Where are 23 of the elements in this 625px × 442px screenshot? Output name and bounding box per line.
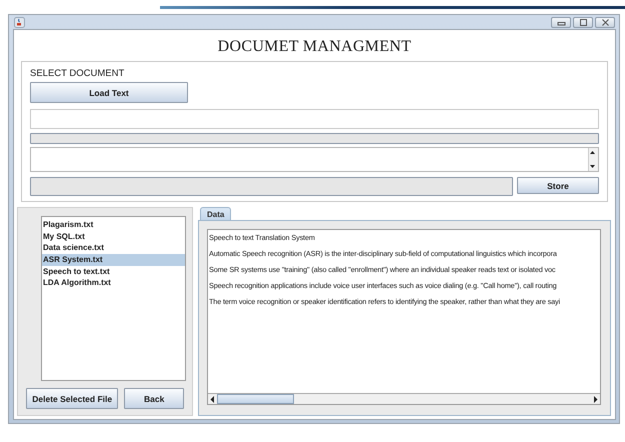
- close-button[interactable]: [595, 16, 615, 28]
- window-title: DOCUMET MANAGMENT: [216, 37, 412, 57]
- minimize-button[interactable]: [551, 16, 571, 28]
- tab[interactable]: Data: [200, 207, 232, 220]
- file-item[interactable]: ASR System.txt: [42, 254, 185, 266]
- scrollbar[interactable]: [208, 393, 600, 404]
- store-button[interactable]: Store: [517, 177, 599, 194]
- input-field[interactable]: [30, 109, 599, 129]
- scrollbar[interactable]: [588, 148, 598, 171]
- file-item[interactable]: Plagarism.txt: [42, 219, 185, 231]
- file-item[interactable]: Speech to text.txt: [42, 266, 185, 278]
- file-item[interactable]: My SQL.txt: [42, 230, 185, 242]
- maximize-icon: [578, 18, 588, 26]
- section-label: SELECT DOCUMENT: [30, 68, 126, 79]
- back-button[interactable]: Back: [124, 388, 184, 409]
- delete-button[interactable]: Delete Selected File: [26, 388, 118, 409]
- load-text-button[interactable]: Load Text: [30, 82, 188, 103]
- file-item[interactable]: LDA Algorithm.txt: [42, 277, 185, 290]
- close-icon: [600, 18, 610, 26]
- right-arrow-icon[interactable]: [591, 394, 600, 404]
- maximize-button[interactable]: [573, 16, 593, 28]
- file-item[interactable]: Data science.txt: [42, 242, 185, 254]
- left-arrow-icon[interactable]: [208, 394, 217, 404]
